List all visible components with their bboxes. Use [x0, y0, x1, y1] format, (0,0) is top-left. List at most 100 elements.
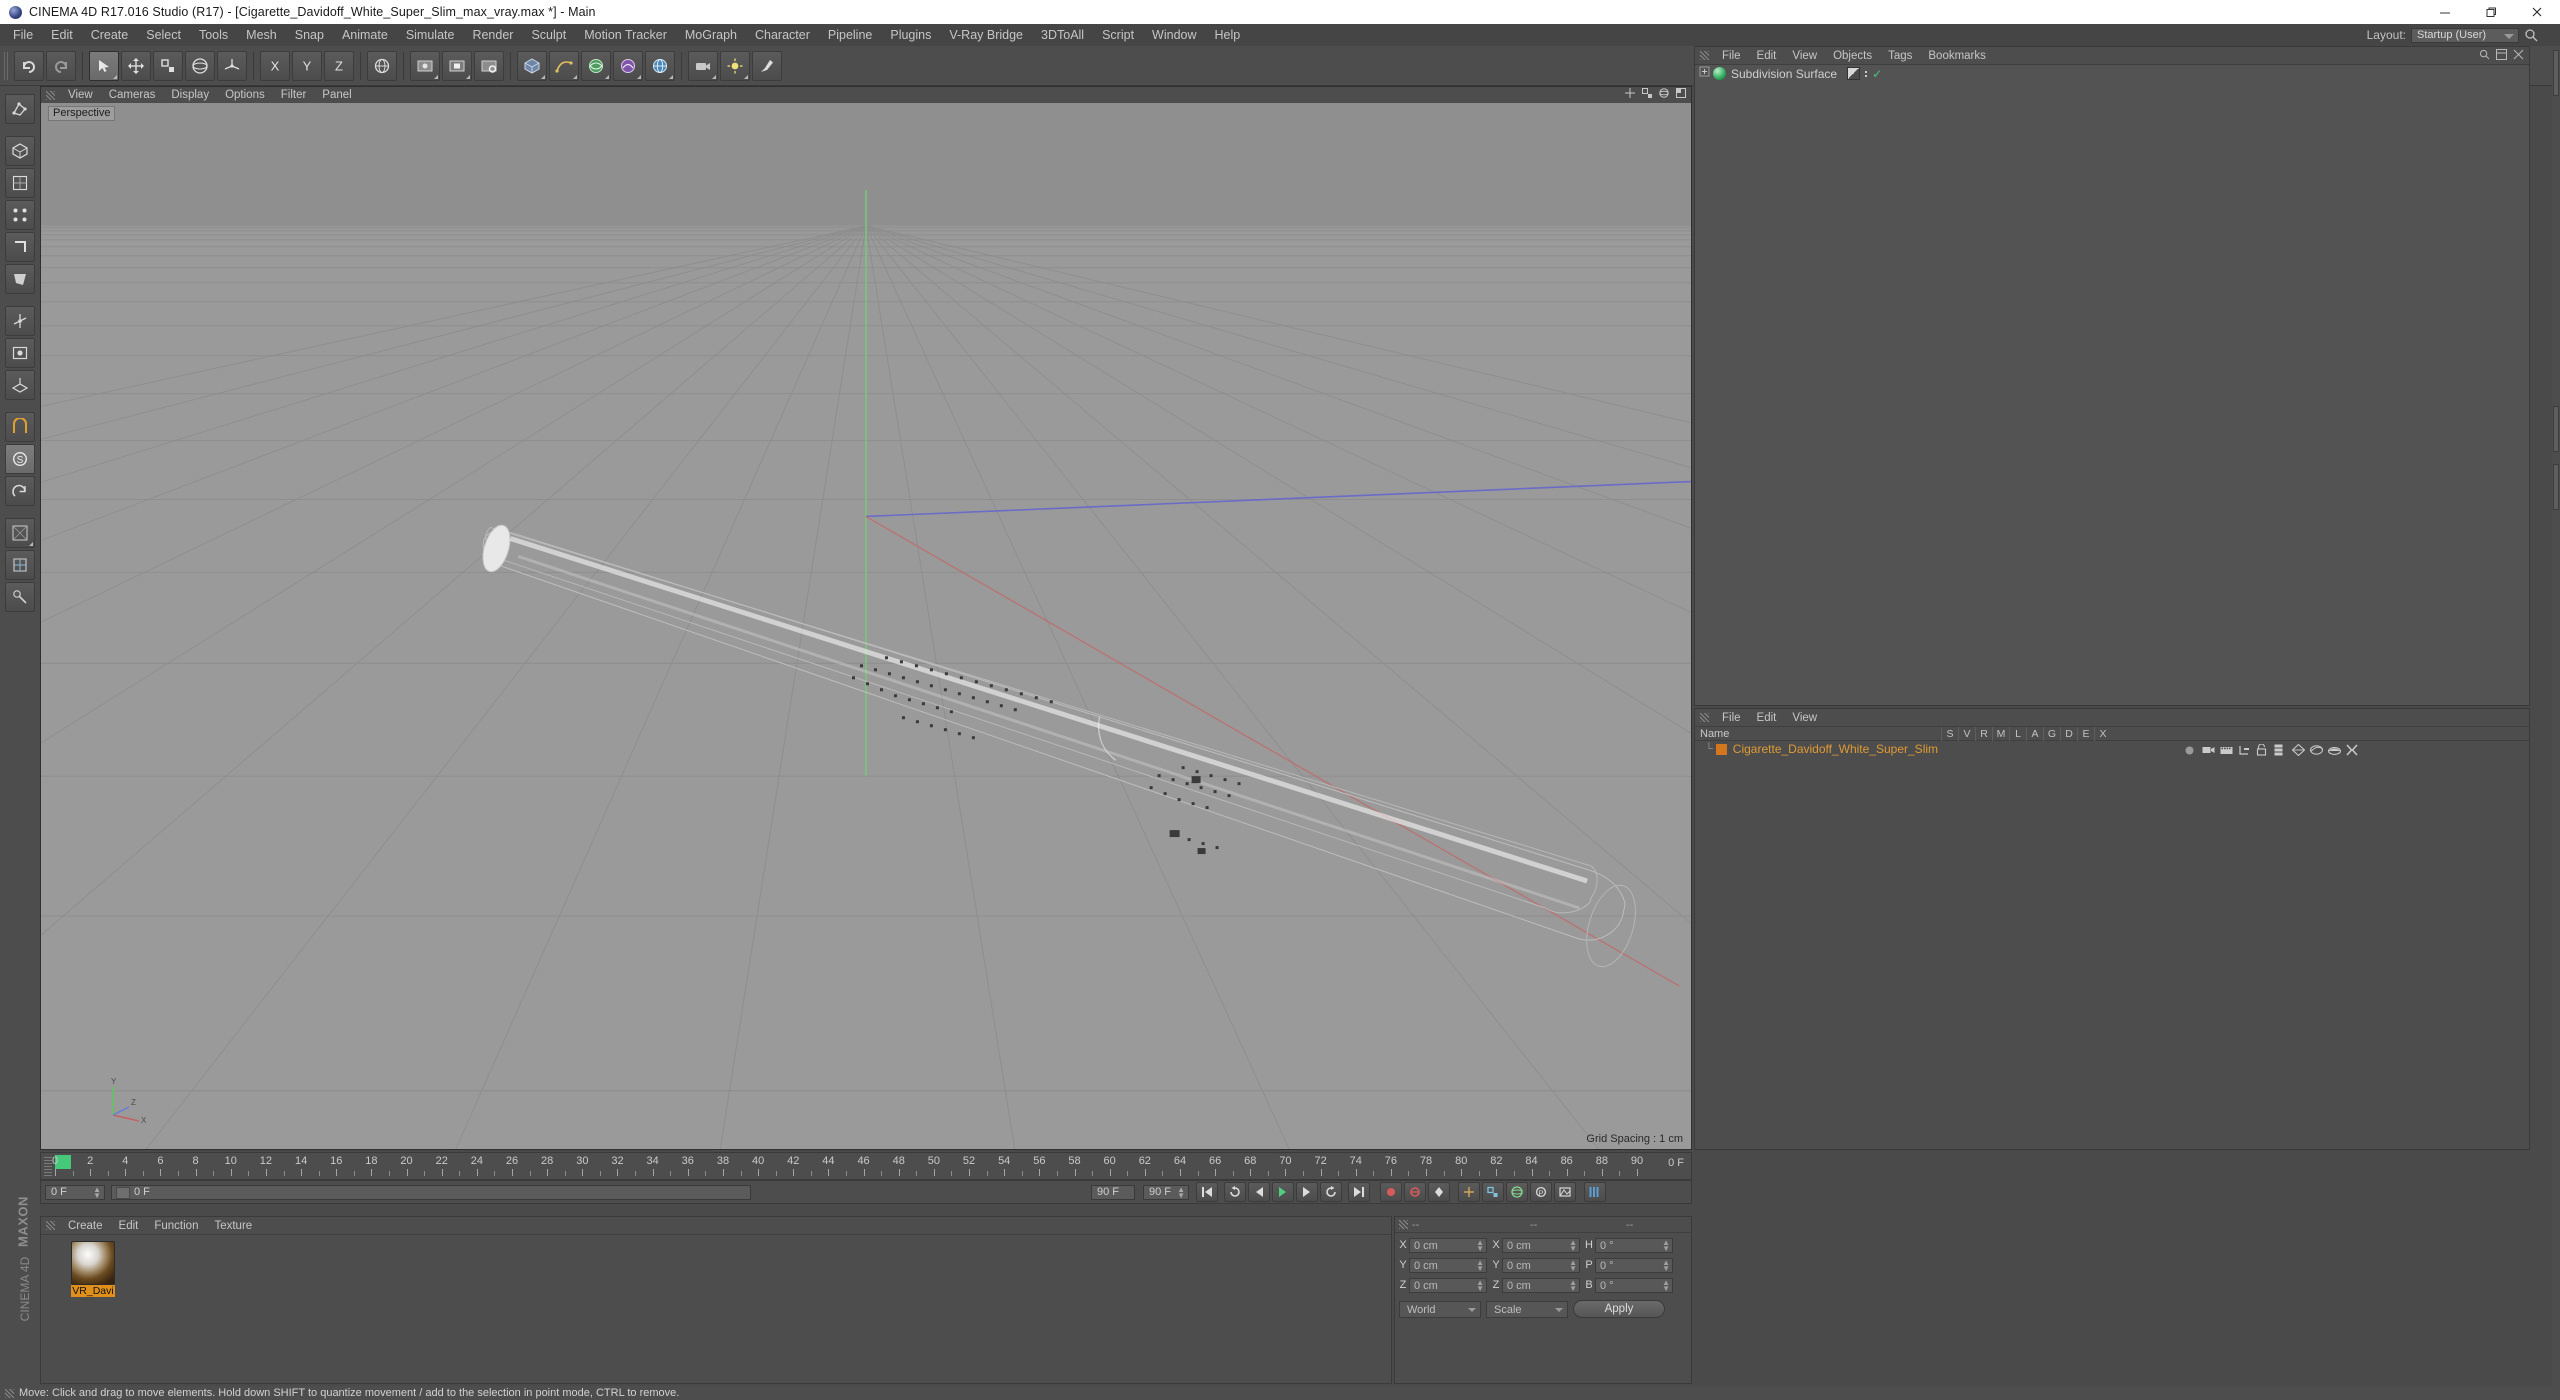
go-to-start-icon[interactable] — [1196, 1182, 1218, 1202]
live-selection-icon[interactable] — [89, 50, 119, 81]
step-back-icon[interactable] — [1224, 1182, 1246, 1202]
spinner-icon[interactable]: ▲ ▼ — [1662, 1238, 1670, 1252]
viewport-menu-options[interactable]: Options — [217, 89, 273, 101]
move-tool-icon[interactable] — [121, 50, 151, 81]
lock-z-axis-icon[interactable]: Z — [324, 50, 354, 81]
spline-pen-icon[interactable] — [549, 50, 579, 81]
menu-item-tools[interactable]: Tools — [190, 24, 237, 46]
material-menu-create[interactable]: Create — [60, 1220, 111, 1232]
deform-icon[interactable] — [2309, 743, 2324, 756]
range-handle-left[interactable] — [116, 1186, 130, 1199]
menu-item-simulate[interactable]: Simulate — [397, 24, 464, 46]
toolbar-grip[interactable] — [4, 51, 10, 80]
light-icon[interactable] — [720, 50, 750, 81]
menu-item-vray-bridge[interactable]: V-Ray Bridge — [940, 24, 1032, 46]
menu-item-script[interactable]: Script — [1093, 24, 1143, 46]
scale-key-icon[interactable] — [1482, 1182, 1504, 1202]
material-manager-grid[interactable]: VR_Davi — [41, 1235, 1391, 1383]
coord-field-pos-z[interactable]: 0 cm ▲ ▼ — [1409, 1277, 1487, 1293]
camera-icon[interactable] — [688, 50, 718, 81]
object-manager-grip[interactable] — [1700, 51, 1709, 60]
spinner-icon[interactable]: ▲ ▼ — [1476, 1258, 1484, 1272]
menu-item-edit[interactable]: Edit — [42, 24, 82, 46]
lock-x-axis-icon[interactable]: X — [260, 50, 290, 81]
column-x[interactable]: X — [2094, 726, 2111, 741]
column-l[interactable]: L — [2009, 726, 2026, 741]
record-icon[interactable] — [1380, 1182, 1402, 1202]
render-view-icon[interactable] — [410, 50, 440, 81]
spinner-icon[interactable]: ▲ ▼ — [93, 1185, 101, 1199]
go-to-end-icon[interactable] — [1348, 1182, 1370, 1202]
xpresso-icon[interactable] — [2346, 743, 2359, 756]
pla-key-icon[interactable] — [1554, 1182, 1576, 1202]
generator-icon[interactable] — [2291, 743, 2306, 756]
viewport-menu-grip[interactable] — [46, 90, 55, 100]
column-v[interactable]: V — [1958, 726, 1975, 741]
close-icon[interactable] — [2513, 47, 2524, 65]
column-s[interactable]: S — [1941, 726, 1958, 741]
column-g[interactable]: G — [2043, 726, 2060, 741]
structure-menu-view[interactable]: View — [1784, 712, 1825, 724]
coord-field-pos-x[interactable]: 0 cm ▲ ▼ — [1409, 1237, 1487, 1253]
viewport-menu-cameras[interactable]: Cameras — [101, 89, 164, 101]
lock-icon[interactable] — [2256, 743, 2269, 756]
frame-end-field[interactable]: 90 F ▲ ▼ — [1143, 1184, 1189, 1200]
menu-item-file[interactable]: File — [4, 24, 42, 46]
maximize-icon[interactable] — [2468, 0, 2514, 24]
menu-item-render[interactable]: Render — [463, 24, 522, 46]
menu-item-sculpt[interactable]: Sculpt — [522, 24, 575, 46]
spinner-icon[interactable]: ▲ ▼ — [1476, 1238, 1484, 1252]
column-d[interactable]: D — [2060, 726, 2077, 741]
timeline-grip[interactable] — [44, 1156, 52, 1176]
close-icon[interactable] — [2514, 0, 2560, 24]
material-menu-texture[interactable]: Texture — [206, 1220, 260, 1232]
keyframe-selection-icon[interactable] — [1428, 1182, 1450, 1202]
workplane-lock-icon[interactable] — [5, 476, 35, 506]
menu-item-plugins[interactable]: Plugins — [881, 24, 940, 46]
enable-axis-icon[interactable] — [5, 306, 35, 336]
object-menu-edit[interactable]: Edit — [1749, 50, 1785, 62]
lock-y-axis-icon[interactable]: Y — [292, 50, 322, 81]
menu-item-snap[interactable]: Snap — [286, 24, 333, 46]
viewport-menu-filter[interactable]: Filter — [273, 89, 315, 101]
step-forward-icon[interactable] — [1296, 1182, 1318, 1202]
sculpt-brush-icon[interactable] — [752, 50, 782, 81]
visibility-dots-icon[interactable] — [1864, 67, 1868, 80]
object-menu-view[interactable]: View — [1784, 50, 1825, 62]
make-editable-icon[interactable] — [5, 94, 35, 124]
redo-icon[interactable] — [46, 50, 76, 81]
workplane-icon[interactable] — [5, 370, 35, 400]
coord-mode-dropdown[interactable]: Scale — [1486, 1300, 1568, 1318]
column-r[interactable]: R — [1975, 726, 1992, 741]
cube-primitive-icon[interactable] — [517, 50, 547, 81]
timeline-ruler[interactable]: 0 2 4 6 8 10 12 14 16 18 20 22 24 26 28 30 32 34 36 38 40 42 4… — [52, 1153, 1643, 1181]
coord-field-rot-p[interactable]: 0 ° ▲ ▼ — [1595, 1257, 1673, 1273]
maximize-view-icon[interactable] — [1675, 87, 1687, 104]
viewport-menu-display[interactable]: Display — [163, 89, 217, 101]
param-key-icon[interactable]: P — [1530, 1182, 1552, 1202]
structure-manager-grip[interactable] — [1700, 713, 1709, 722]
current-frame-field[interactable]: 0 F ▲ ▼ — [45, 1184, 105, 1200]
coord-field-size-z[interactable]: 0 cm ▲ ▼ — [1502, 1277, 1580, 1293]
tweak-mode-icon[interactable] — [5, 582, 35, 612]
coord-field-size-y[interactable]: 0 cm ▲ ▼ — [1502, 1257, 1580, 1273]
right-strip-handle-2[interactable] — [2553, 406, 2559, 452]
right-strip-handle-1[interactable] — [2553, 50, 2559, 96]
status-bar-grip[interactable] — [5, 1388, 14, 1398]
material-preview-swatch[interactable] — [71, 1241, 115, 1285]
spinner-icon[interactable]: ▲ ▼ — [1476, 1278, 1484, 1292]
model-mode-icon[interactable] — [5, 136, 35, 166]
spinner-icon[interactable]: ▲ ▼ — [1177, 1185, 1185, 1199]
render-icon[interactable] — [2220, 743, 2233, 756]
quantize-icon[interactable]: S — [5, 444, 35, 474]
uv-mode-icon[interactable] — [5, 550, 35, 580]
enabled-check-icon[interactable]: ✓ — [1872, 67, 1882, 81]
menu-item-mograph[interactable]: MoGraph — [676, 24, 746, 46]
world-object-axis-icon[interactable] — [217, 50, 247, 81]
menu-item-window[interactable]: Window — [1143, 24, 1205, 46]
camera-icon[interactable] — [2202, 743, 2215, 756]
phong-tag-icon[interactable] — [1847, 67, 1861, 80]
object-menu-objects[interactable]: Objects — [1825, 50, 1880, 62]
display-icon[interactable] — [2327, 743, 2342, 756]
rotation-key-icon[interactable] — [1506, 1182, 1528, 1202]
